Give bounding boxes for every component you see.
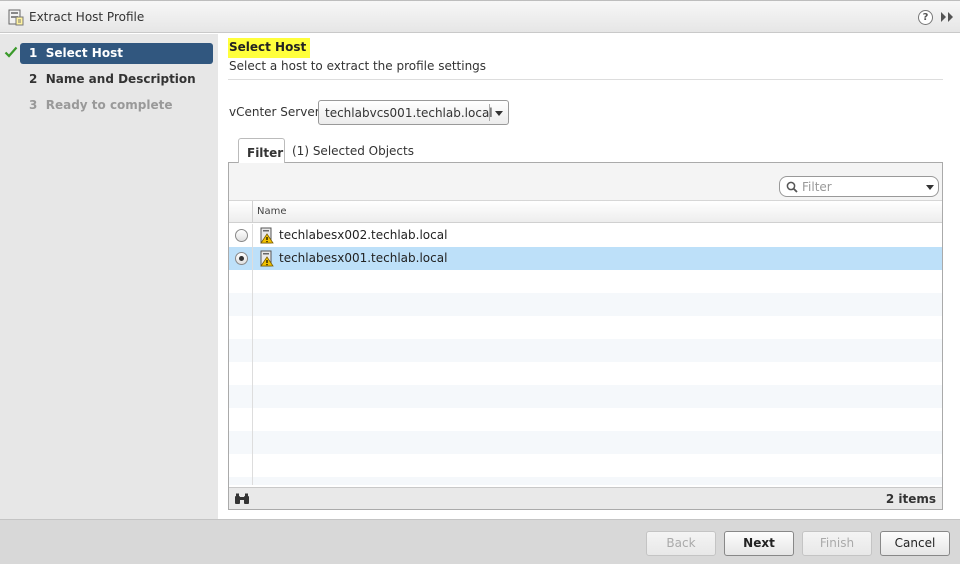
empty-row xyxy=(229,293,942,316)
page-subtitle: Select a host to extract the profile set… xyxy=(229,59,487,73)
check-icon xyxy=(4,46,18,58)
chevron-down-icon[interactable] xyxy=(926,185,934,190)
grid-footer: 2 items xyxy=(229,487,942,509)
wizard-step-select-host[interactable]: 1 Select Host xyxy=(0,43,218,64)
step-label: 3 Ready to complete xyxy=(29,98,173,112)
host-warning-icon xyxy=(260,250,274,267)
dialog-title: Extract Host Profile xyxy=(29,10,145,24)
empty-row xyxy=(229,385,942,408)
grid-header: Name xyxy=(229,201,942,223)
vcenter-server-label: vCenter Server: xyxy=(229,105,324,119)
wizard-footer: Back Next Finish Cancel xyxy=(0,519,960,564)
chevron-down-icon xyxy=(495,111,503,116)
empty-row xyxy=(229,454,942,477)
filter-input[interactable]: Filter xyxy=(779,176,939,197)
table-row[interactable]: techlabesx002.techlab.local xyxy=(229,224,942,247)
select-column-header xyxy=(229,201,253,223)
radio-selected-dot xyxy=(239,256,244,261)
dialog-title-bar: Extract Host Profile ? xyxy=(0,0,960,33)
vcenter-server-value: techlabvcs001.techlab.local xyxy=(325,106,493,120)
filter-bar: Filter xyxy=(229,163,942,201)
empty-row xyxy=(229,431,942,454)
wizard-step-name-description[interactable]: 2 Name and Description xyxy=(0,69,218,90)
host-profile-icon xyxy=(8,9,24,26)
empty-row xyxy=(229,408,942,431)
help-icon[interactable]: ? xyxy=(918,10,933,25)
empty-row xyxy=(229,339,942,362)
wizard-content: Select Host Select a host to extract the… xyxy=(218,34,960,519)
table-row[interactable]: techlabesx001.techlab.local xyxy=(229,247,942,270)
divider xyxy=(228,79,943,80)
next-button[interactable]: Next xyxy=(724,531,794,556)
host-name: techlabesx001.techlab.local xyxy=(279,251,448,265)
expand-double-chevron-icon[interactable] xyxy=(940,11,954,23)
back-button[interactable]: Back xyxy=(646,531,716,556)
filter-placeholder: Filter xyxy=(802,180,832,194)
dropdown-divider xyxy=(489,104,490,121)
cancel-button[interactable]: Cancel xyxy=(880,531,950,556)
item-count: 2 items xyxy=(885,492,936,506)
empty-row xyxy=(229,362,942,385)
wizard-step-ready-to-complete: 3 Ready to complete xyxy=(0,95,218,116)
tab-selected-objects[interactable]: (1) Selected Objects xyxy=(292,138,422,163)
vcenter-server-dropdown[interactable]: techlabvcs001.techlab.local xyxy=(318,100,509,125)
host-radio-button[interactable] xyxy=(235,229,248,242)
empty-row xyxy=(229,270,942,293)
wizard-steps-panel: 1 Select Host 2 Name and Description 3 R… xyxy=(0,34,218,519)
binoculars-icon[interactable] xyxy=(234,493,250,505)
finish-button[interactable]: Finish xyxy=(802,531,872,556)
empty-row xyxy=(229,316,942,339)
host-warning-icon xyxy=(260,227,274,244)
search-icon xyxy=(786,181,798,193)
host-grid: Filter Name techlabesx002.techlab.local xyxy=(228,162,943,510)
page-title: Select Host xyxy=(228,38,311,58)
step-label: 2 Name and Description xyxy=(29,72,196,86)
host-name: techlabesx002.techlab.local xyxy=(279,228,448,242)
step-label: 1 Select Host xyxy=(29,46,123,60)
column-header-name[interactable]: Name xyxy=(257,206,287,217)
host-radio-button[interactable] xyxy=(235,252,248,265)
grid-rows: techlabesx002.techlab.local techlabesx00… xyxy=(229,224,942,485)
empty-row xyxy=(229,477,942,485)
tab-filter[interactable]: Filter xyxy=(238,138,285,163)
